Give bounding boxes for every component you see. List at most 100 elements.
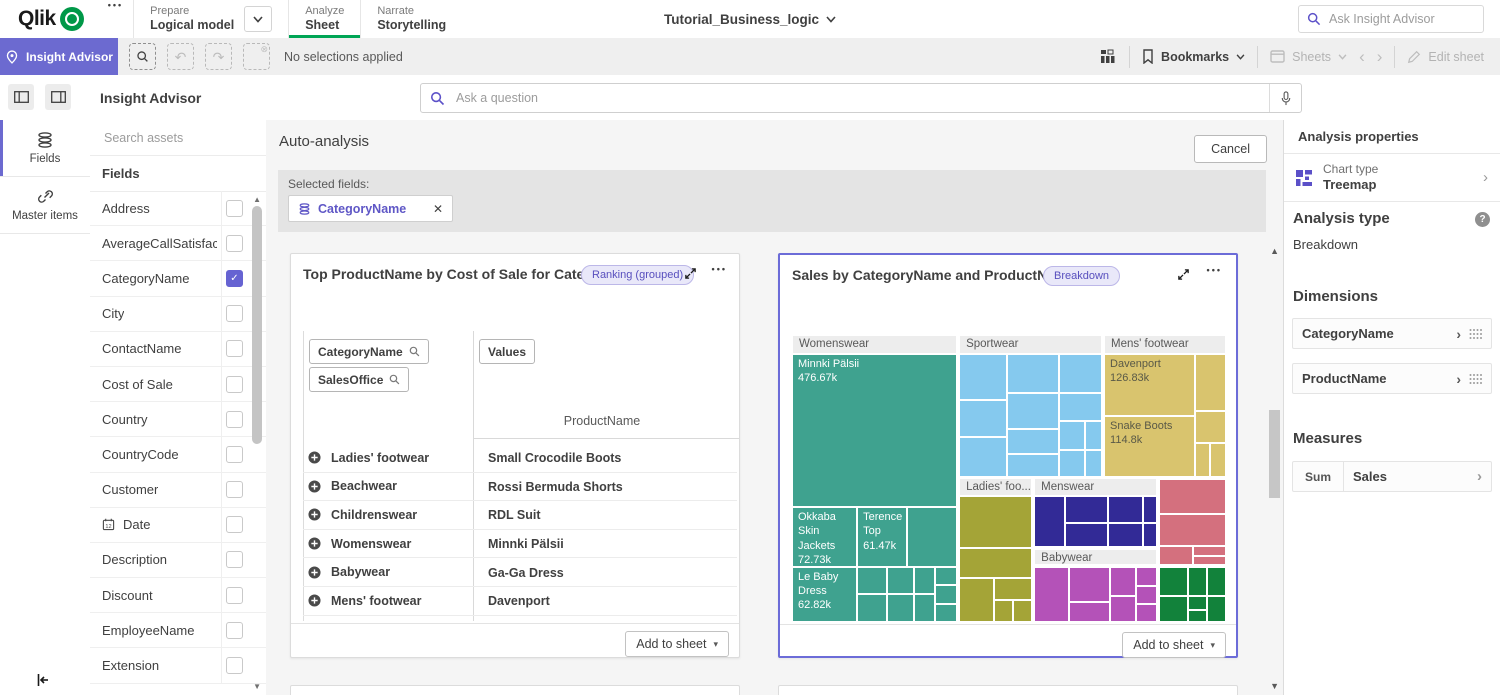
- measure-aggregation[interactable]: Sum: [1293, 462, 1344, 491]
- treemap-cell[interactable]: [1065, 523, 1108, 547]
- treemap-cell[interactable]: [1136, 586, 1157, 604]
- treemap-cell[interactable]: [935, 567, 957, 585]
- app-overview-button[interactable]: [1100, 49, 1117, 64]
- clear-selections-button[interactable]: ⊗: [243, 43, 270, 70]
- table-row[interactable]: Ladies' footwear Small Crocodile Boots: [303, 444, 737, 473]
- product-cell[interactable]: Rossi Bermuda Shorts: [488, 480, 623, 494]
- pivot-dim-button-salesoffice[interactable]: SalesOffice: [309, 367, 409, 392]
- field-checkbox[interactable]: [226, 235, 243, 252]
- expand-row-icon[interactable]: [308, 594, 321, 607]
- expand-row-icon[interactable]: [308, 566, 321, 579]
- treemap-cell[interactable]: [1085, 450, 1102, 477]
- more-options-button[interactable]: •••: [1207, 265, 1222, 275]
- treemap-cell[interactable]: [1188, 610, 1207, 622]
- field-row[interactable]: Extension: [90, 648, 266, 683]
- treemap-cell[interactable]: [959, 437, 1007, 477]
- field-row[interactable]: CategoryName✓: [90, 261, 266, 296]
- treemap-cell[interactable]: Le Baby Dress62.82k: [792, 567, 857, 622]
- treemap-cell[interactable]: [1143, 523, 1157, 547]
- treemap-cell[interactable]: [1188, 567, 1207, 596]
- drag-handle-icon[interactable]: [1469, 329, 1482, 339]
- dimension-row-productname[interactable]: ProductName ›: [1292, 363, 1492, 394]
- insight-advisor-button[interactable]: Insight Advisor: [0, 38, 118, 75]
- treemap-cell[interactable]: [1059, 421, 1085, 450]
- ask-insight-advisor-input[interactable]: [1327, 11, 1475, 27]
- treemap-cell[interactable]: [1188, 596, 1207, 610]
- treemap-cell[interactable]: [1034, 567, 1069, 622]
- product-cell[interactable]: Small Crocodile Boots: [488, 451, 621, 465]
- field-checkbox[interactable]: [226, 516, 243, 533]
- treemap-cell[interactable]: [1069, 567, 1110, 602]
- rail-tab-master-items[interactable]: Master items: [0, 177, 90, 234]
- treemap-cell[interactable]: [1059, 354, 1102, 393]
- table-row[interactable]: BabywearGa-Ga Dress: [303, 558, 737, 587]
- next-sheet-button[interactable]: ›: [1377, 48, 1383, 65]
- field-row[interactable]: AverageCallSatisfac...: [90, 226, 266, 261]
- treemap-cell[interactable]: [887, 567, 913, 595]
- category-cell[interactable]: Beachwear: [331, 479, 397, 493]
- main-scrollbar-thumb[interactable]: [1269, 410, 1280, 498]
- field-row[interactable]: Discount: [90, 578, 266, 613]
- treemap-cell[interactable]: [857, 567, 887, 595]
- product-cell[interactable]: Ga-Ga Dress: [488, 566, 564, 580]
- field-row[interactable]: Cost of Sale: [90, 367, 266, 402]
- treemap-cell[interactable]: [857, 594, 887, 622]
- drag-handle-icon[interactable]: [1469, 374, 1482, 384]
- chip-close-icon[interactable]: ✕: [433, 202, 443, 216]
- treemap-cell[interactable]: [1085, 421, 1102, 450]
- field-checkbox[interactable]: [226, 376, 243, 393]
- edit-sheet-button[interactable]: Edit sheet: [1407, 50, 1484, 64]
- search-assets-box[interactable]: [90, 120, 266, 156]
- treemap-cell[interactable]: [935, 604, 957, 622]
- field-checkbox[interactable]: [226, 446, 243, 463]
- field-checkbox[interactable]: [226, 200, 243, 217]
- treemap-cell[interactable]: [914, 567, 936, 595]
- sheets-button[interactable]: Sheets: [1270, 50, 1347, 64]
- treemap-cell[interactable]: [1069, 602, 1110, 622]
- field-checkbox[interactable]: [226, 622, 243, 639]
- redo-selection-button[interactable]: ↷: [205, 43, 232, 70]
- measure-row-sales[interactable]: Sum Sales ›: [1292, 461, 1492, 492]
- treemap-cell[interactable]: [1110, 596, 1136, 622]
- treemap-cell[interactable]: [1108, 523, 1143, 547]
- category-cell[interactable]: Ladies' footwear: [331, 451, 429, 465]
- treemap-cell[interactable]: [1065, 496, 1108, 523]
- field-checkbox[interactable]: [226, 411, 243, 428]
- field-row[interactable]: Description: [90, 543, 266, 578]
- rail-tab-fields[interactable]: Fields: [0, 120, 90, 177]
- selections-tool-button[interactable]: [129, 43, 156, 70]
- app-title-menu[interactable]: Tutorial_Business_logic: [664, 0, 836, 38]
- treemap-cell[interactable]: [1159, 567, 1188, 596]
- field-row[interactable]: Address: [90, 191, 266, 226]
- field-checkbox[interactable]: [226, 657, 243, 674]
- nav-tab-analyze[interactable]: Analyze Sheet: [288, 0, 360, 38]
- field-row[interactable]: ContactName: [90, 332, 266, 367]
- treemap-cell[interactable]: [1007, 454, 1059, 477]
- more-menu-icon[interactable]: •••: [98, 0, 133, 38]
- treemap-cell[interactable]: [1059, 450, 1085, 477]
- analysis-card-ranking[interactable]: Top ProductName by Cost of Sale for Cate…: [290, 253, 740, 658]
- treemap-cell[interactable]: [1159, 479, 1226, 514]
- undo-selection-button[interactable]: ↶: [167, 43, 194, 70]
- treemap-cell[interactable]: [1207, 567, 1226, 596]
- treemap-cell[interactable]: Terence Top61.47k: [857, 507, 907, 567]
- expand-row-icon[interactable]: [308, 451, 321, 464]
- ask-question-input[interactable]: [454, 90, 1269, 106]
- treemap-cell[interactable]: [1195, 411, 1226, 443]
- treemap-cell[interactable]: [959, 578, 994, 622]
- treemap-cell[interactable]: [1007, 429, 1059, 455]
- table-row[interactable]: Mens' footwearDavenport: [303, 587, 737, 616]
- ask-insight-advisor-box[interactable]: [1298, 5, 1484, 33]
- dimension-row-categoryname[interactable]: CategoryName ›: [1292, 318, 1492, 349]
- table-row[interactable]: WomenswearMinnki Pälsii: [303, 530, 737, 559]
- add-to-sheet-button[interactable]: Add to sheet ▾: [625, 631, 729, 657]
- add-to-sheet-button[interactable]: Add to sheet ▾: [1122, 632, 1226, 658]
- treemap-cell[interactable]: [907, 507, 957, 567]
- treemap-cell[interactable]: [935, 585, 957, 603]
- field-checkbox[interactable]: ✓: [226, 270, 243, 287]
- scroll-up-icon[interactable]: ▲: [1270, 246, 1279, 256]
- selected-field-chip[interactable]: CategoryName ✕: [288, 195, 453, 222]
- treemap-cell[interactable]: [959, 548, 1032, 578]
- field-row[interactable]: 12Date: [90, 508, 266, 543]
- scroll-down-icon[interactable]: ▼: [253, 683, 261, 691]
